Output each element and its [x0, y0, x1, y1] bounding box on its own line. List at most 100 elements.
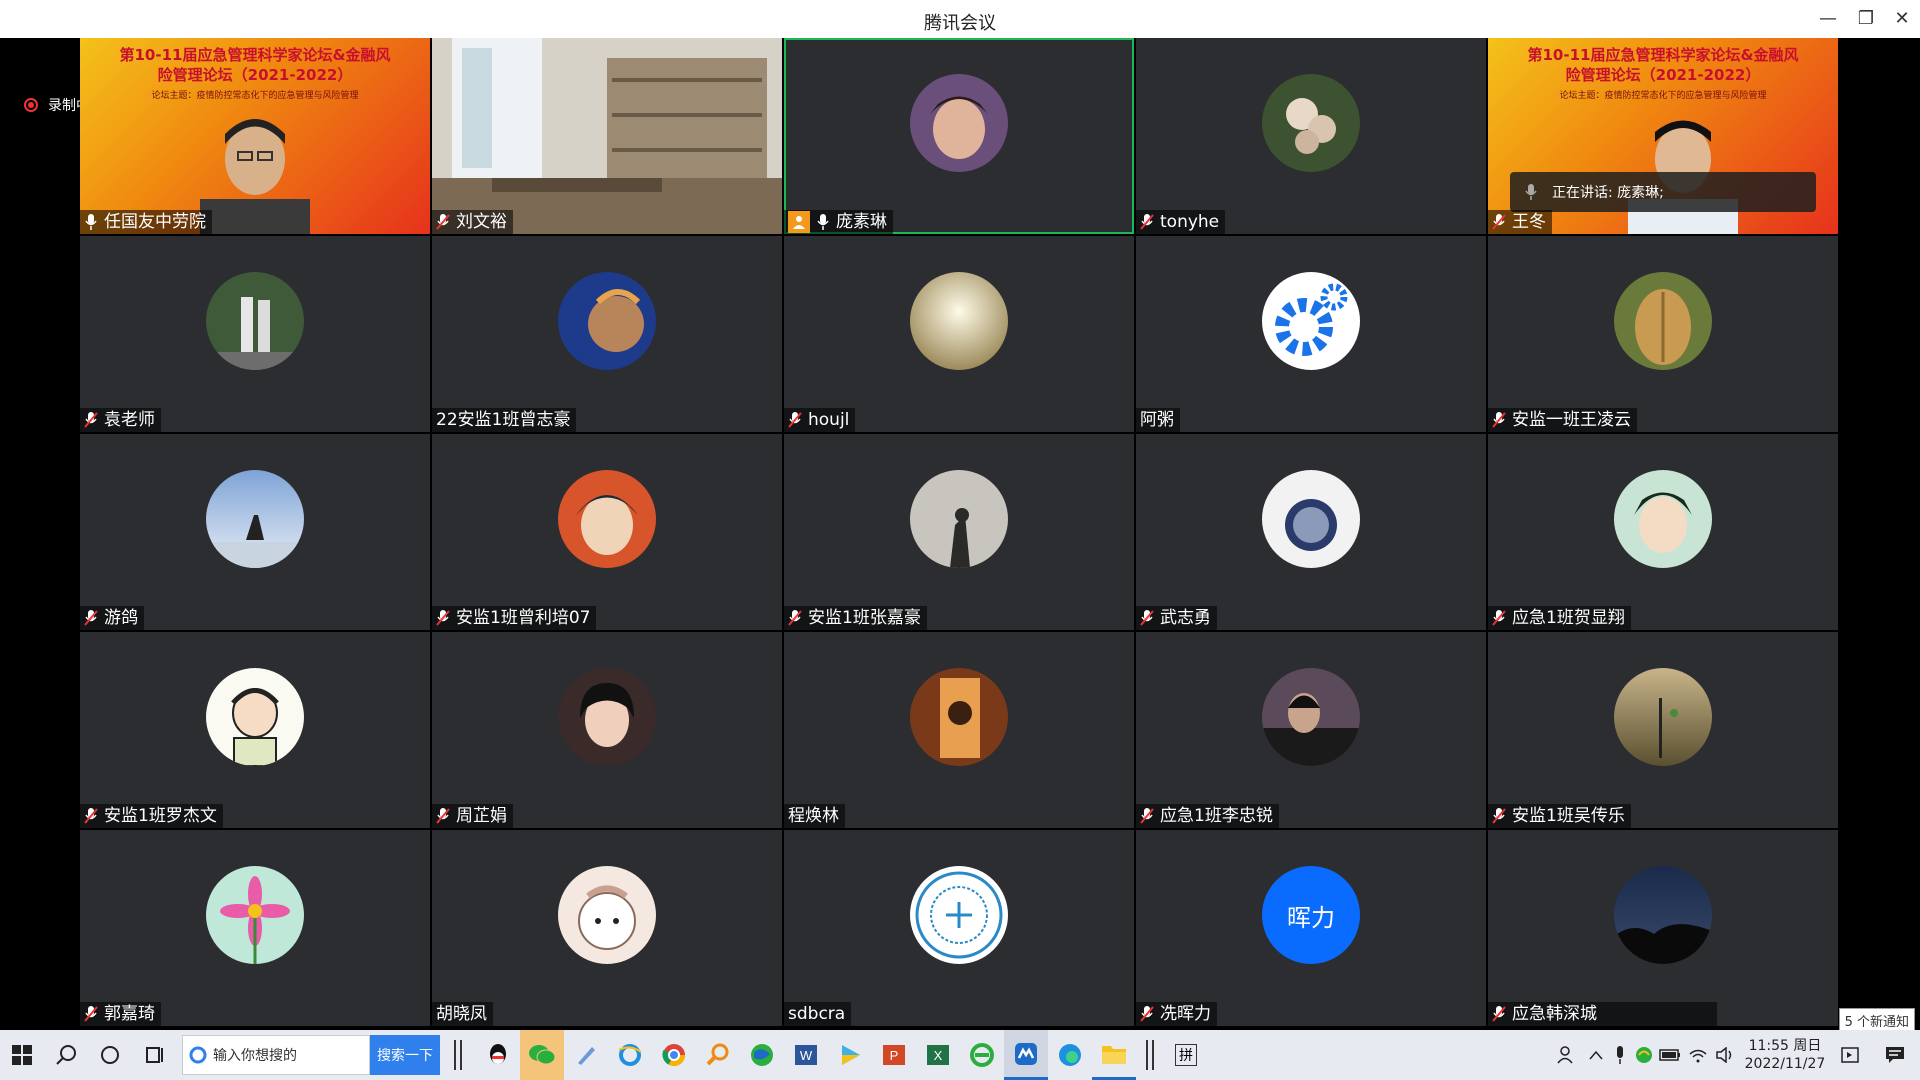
participant-name: 胡晓凤	[436, 1004, 487, 1024]
participant-label: 胡晓凤	[432, 1002, 493, 1026]
participant-tile[interactable]: 安监1班罗杰文	[80, 632, 430, 828]
participant-tile[interactable]: 安监一班王凌云	[1488, 236, 1838, 432]
tencent-meeting-icon[interactable]	[1004, 1030, 1048, 1080]
participant-name: 安监1班张嘉豪	[808, 608, 921, 628]
edge-icon[interactable]	[1048, 1030, 1092, 1080]
avatar	[558, 272, 656, 370]
magnifier-app-icon[interactable]	[696, 1030, 740, 1080]
action-center-icon[interactable]	[1870, 1030, 1920, 1080]
microphone-tray-icon[interactable]	[1608, 1030, 1632, 1080]
participant-tile[interactable]: 第10-11届应急管理科学家论坛&金融风 险管理论坛（2021-2022） 论坛…	[1488, 38, 1838, 234]
avatar	[558, 668, 656, 766]
participant-name: 王冬	[1512, 212, 1546, 232]
participant-name: 安监1班罗杰文	[104, 806, 217, 826]
participant-tile[interactable]: 22安监1班曾志豪	[432, 236, 782, 432]
participant-name: 武志勇	[1160, 608, 1211, 628]
banner-title-line2: 险管理论坛（2021-2022）	[1565, 66, 1761, 84]
participant-name: 22安监1班曾志豪	[436, 410, 571, 430]
participant-name: 庞素琳	[836, 212, 887, 232]
participant-label: 安监1班罗杰文	[80, 804, 223, 828]
participant-tile[interactable]: 晖力 冼晖力	[1136, 830, 1486, 1026]
search-button[interactable]: 搜索一下	[370, 1035, 440, 1075]
participant-tile[interactable]: tonyhe	[1136, 38, 1486, 234]
speaking-text: 正在讲话: 庞素琳;	[1552, 185, 1664, 201]
participant-grid: 第10-11届应急管理科学家论坛&金融风 险管理论坛（2021-2022） 论坛…	[80, 38, 1838, 1028]
avatar	[558, 866, 656, 964]
search-icon[interactable]	[44, 1030, 88, 1080]
ie-icon	[189, 1046, 207, 1064]
participant-name: 安监一班王凌云	[1512, 410, 1631, 430]
participant-tile[interactable]: 安监1班张嘉豪	[784, 434, 1134, 630]
mic-muted-icon	[84, 412, 98, 428]
taskbar-divider	[1146, 1040, 1154, 1070]
participant-tile[interactable]: 应急1班李忠锐	[1136, 632, 1486, 828]
mic-muted-icon	[1492, 412, 1506, 428]
participant-label: 周芷娟	[432, 804, 513, 828]
close-icon[interactable]: ✕	[1884, 6, 1920, 32]
participant-label: 游鸽	[80, 606, 144, 630]
participant-tile[interactable]: 安监1班吴传乐	[1488, 632, 1838, 828]
word-icon[interactable]: W	[784, 1030, 828, 1080]
globe-app-icon[interactable]	[740, 1030, 784, 1080]
participant-tile-active-speaker[interactable]: 庞素琳	[784, 38, 1134, 234]
participant-tile[interactable]: 第10-11届应急管理科学家论坛&金融风 险管理论坛（2021-2022） 论坛…	[80, 38, 430, 234]
participant-tile[interactable]: houjl	[784, 236, 1134, 432]
participant-tile[interactable]: 胡晓凤	[432, 830, 782, 1026]
mic-muted-icon	[1492, 808, 1506, 824]
battery-icon[interactable]	[1656, 1030, 1684, 1080]
banner-subtitle: 论坛主题：疫情防控常态化下的应急管理与风险管理	[1559, 91, 1767, 101]
task-view-icon[interactable]	[132, 1030, 176, 1080]
wifi-icon[interactable]	[1684, 1030, 1712, 1080]
qq-icon[interactable]	[476, 1030, 520, 1080]
volume-icon[interactable]	[1712, 1030, 1740, 1080]
windows-start-icon[interactable]	[0, 1030, 44, 1080]
show-desktop-icon[interactable]	[1830, 1030, 1870, 1080]
chevron-up-icon[interactable]	[1584, 1030, 1608, 1080]
participant-name: 周芷娟	[456, 806, 507, 826]
participant-tile[interactable]: 程焕林	[784, 632, 1134, 828]
participant-label: tonyhe	[1136, 210, 1226, 234]
sync-tray-icon[interactable]	[1632, 1030, 1656, 1080]
people-icon[interactable]	[1550, 1030, 1584, 1080]
chrome-icon[interactable]	[652, 1030, 696, 1080]
excel-icon[interactable]: X	[916, 1030, 960, 1080]
conference-banner: 第10-11届应急管理科学家论坛&金融风 险管理论坛（2021-2022） 论坛…	[80, 38, 430, 234]
participant-tile[interactable]: sdbcra	[784, 830, 1134, 1026]
360-browser-icon[interactable]	[960, 1030, 1004, 1080]
participant-tile[interactable]: 阿粥	[1136, 236, 1486, 432]
participant-tile[interactable]: 安监1班曾利培07	[432, 434, 782, 630]
participant-label: 应急1班贺显翔	[1488, 606, 1631, 630]
participant-tile[interactable]: 袁老师	[80, 236, 430, 432]
mic-muted-icon	[84, 610, 98, 626]
system-clock[interactable]: 11:55 周日 2022/11/27	[1740, 1037, 1830, 1073]
participant-name: sdbcra	[788, 1004, 846, 1024]
participant-tile[interactable]: 刘文裕	[432, 38, 782, 234]
minimize-icon[interactable]: —	[1810, 6, 1846, 32]
powerpoint-icon[interactable]: P	[872, 1030, 916, 1080]
file-explorer-icon[interactable]	[1092, 1030, 1136, 1080]
ie-browser-icon[interactable]	[608, 1030, 652, 1080]
participant-tile[interactable]: 周芷娟	[432, 632, 782, 828]
participant-tile[interactable]: 郭嘉琦	[80, 830, 430, 1026]
mic-muted-icon	[1140, 1006, 1154, 1022]
participant-tile[interactable]: 应急1班贺显翔	[1488, 434, 1838, 630]
participant-tile[interactable]: 武志勇	[1136, 434, 1486, 630]
paint-icon[interactable]	[564, 1030, 608, 1080]
media-player-icon[interactable]	[828, 1030, 872, 1080]
cortana-icon[interactable]	[88, 1030, 132, 1080]
avatar	[1614, 866, 1712, 964]
restore-icon[interactable]: ❐	[1848, 6, 1884, 32]
participant-name: 安监1班曾利培07	[456, 608, 591, 628]
participant-label: 刘文裕	[432, 210, 513, 234]
participant-tile[interactable]: 游鸽	[80, 434, 430, 630]
wechat-icon[interactable]	[520, 1030, 564, 1080]
avatar	[1614, 272, 1712, 370]
taskbar-divider	[454, 1040, 462, 1070]
mic-muted-icon	[1492, 214, 1506, 230]
banner-title-line1: 第10-11届应急管理科学家论坛&金融风	[119, 46, 391, 64]
mic-icon	[1525, 184, 1537, 200]
participant-tile[interactable]: 应急韩深城	[1488, 830, 1838, 1026]
mic-muted-icon	[436, 808, 450, 824]
taskbar-search-input[interactable]: 输入你想搜的	[182, 1035, 370, 1075]
ime-indicator[interactable]: 拼	[1164, 1030, 1208, 1080]
